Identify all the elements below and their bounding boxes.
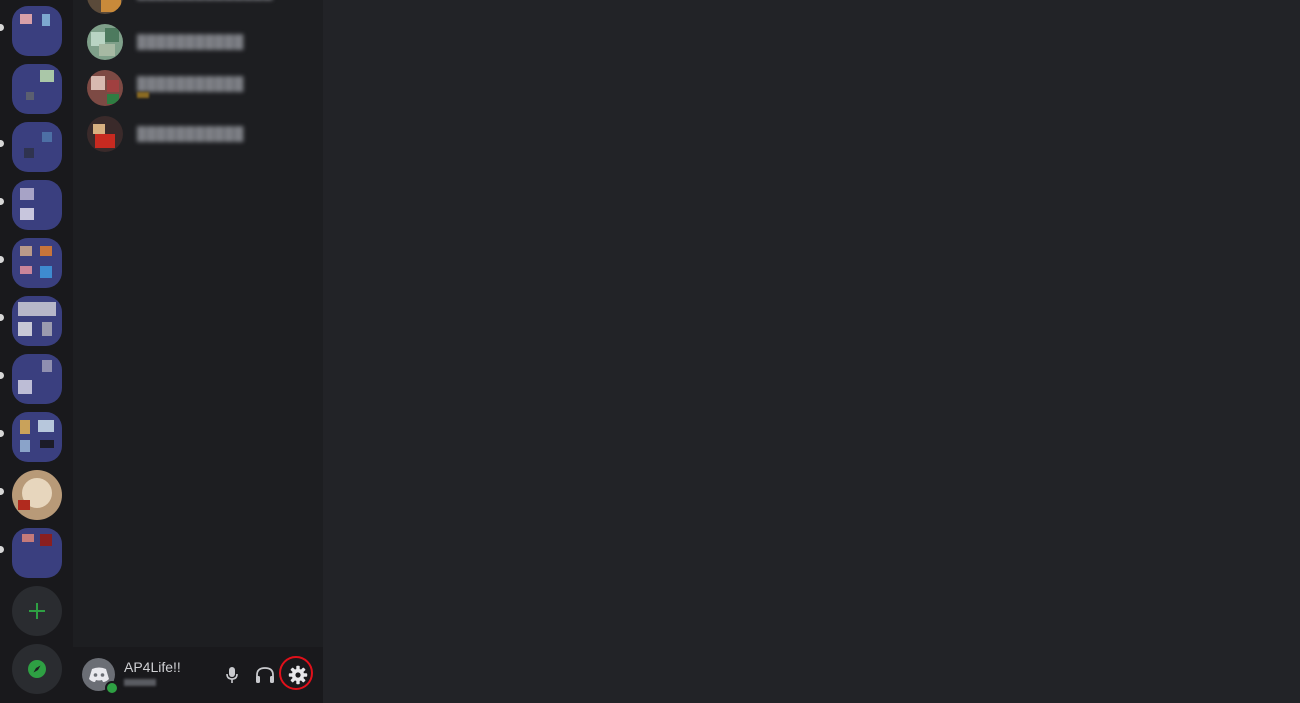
compass-icon	[28, 660, 46, 678]
add-server-button[interactable]	[12, 586, 62, 636]
dm-list-item[interactable]: ███████████	[87, 24, 307, 64]
dm-list-item[interactable]: ██████████████	[87, 0, 307, 18]
server-icon[interactable]	[12, 470, 62, 520]
dm-username-blurred: ███████████	[137, 76, 244, 91]
server-icon[interactable]	[12, 180, 62, 230]
unread-indicator	[0, 314, 4, 321]
unread-indicator	[0, 198, 4, 205]
unread-indicator	[0, 372, 4, 379]
explore-servers-button[interactable]	[12, 644, 62, 694]
unread-indicator	[0, 488, 4, 495]
avatar	[87, 70, 123, 106]
settings-highlight-ring	[279, 656, 313, 690]
unread-indicator	[0, 546, 4, 553]
server-icon[interactable]	[12, 238, 62, 288]
deafen-button[interactable]	[252, 662, 278, 688]
dm-list-item[interactable]: ███████████	[87, 116, 307, 156]
user-panel: AP4Life!!	[73, 647, 323, 703]
unread-indicator	[0, 256, 4, 263]
discord-logo-icon	[88, 667, 109, 682]
avatar	[87, 24, 123, 60]
server-icon[interactable]	[12, 6, 62, 56]
unread-indicator	[0, 140, 4, 147]
server-icon[interactable]	[12, 296, 62, 346]
microphone-icon	[226, 667, 238, 683]
username-label: AP4Life!!	[124, 659, 181, 675]
server-icon[interactable]	[12, 64, 62, 114]
dm-activity-blurred	[137, 92, 149, 98]
avatar	[87, 0, 123, 14]
plus-icon	[29, 603, 45, 619]
dm-list-item[interactable]: ███████████	[87, 70, 307, 110]
mute-microphone-button[interactable]	[219, 662, 245, 688]
server-icon[interactable]	[12, 412, 62, 462]
server-icon[interactable]	[12, 122, 62, 172]
user-tag-blurred	[124, 679, 156, 686]
dm-username-blurred: ███████████	[137, 126, 244, 141]
unread-indicator	[0, 430, 4, 437]
main-content-area	[323, 0, 1300, 703]
online-status-indicator	[105, 681, 119, 695]
direct-messages-panel: ██████████████ ███████████ ███████████ █…	[73, 0, 323, 703]
headphones-icon	[256, 667, 274, 683]
avatar	[87, 116, 123, 152]
server-icon[interactable]	[12, 354, 62, 404]
unread-indicator	[0, 24, 4, 31]
dm-username-blurred: ███████████	[137, 34, 244, 49]
server-rail	[0, 0, 73, 703]
server-icon[interactable]	[12, 528, 62, 578]
